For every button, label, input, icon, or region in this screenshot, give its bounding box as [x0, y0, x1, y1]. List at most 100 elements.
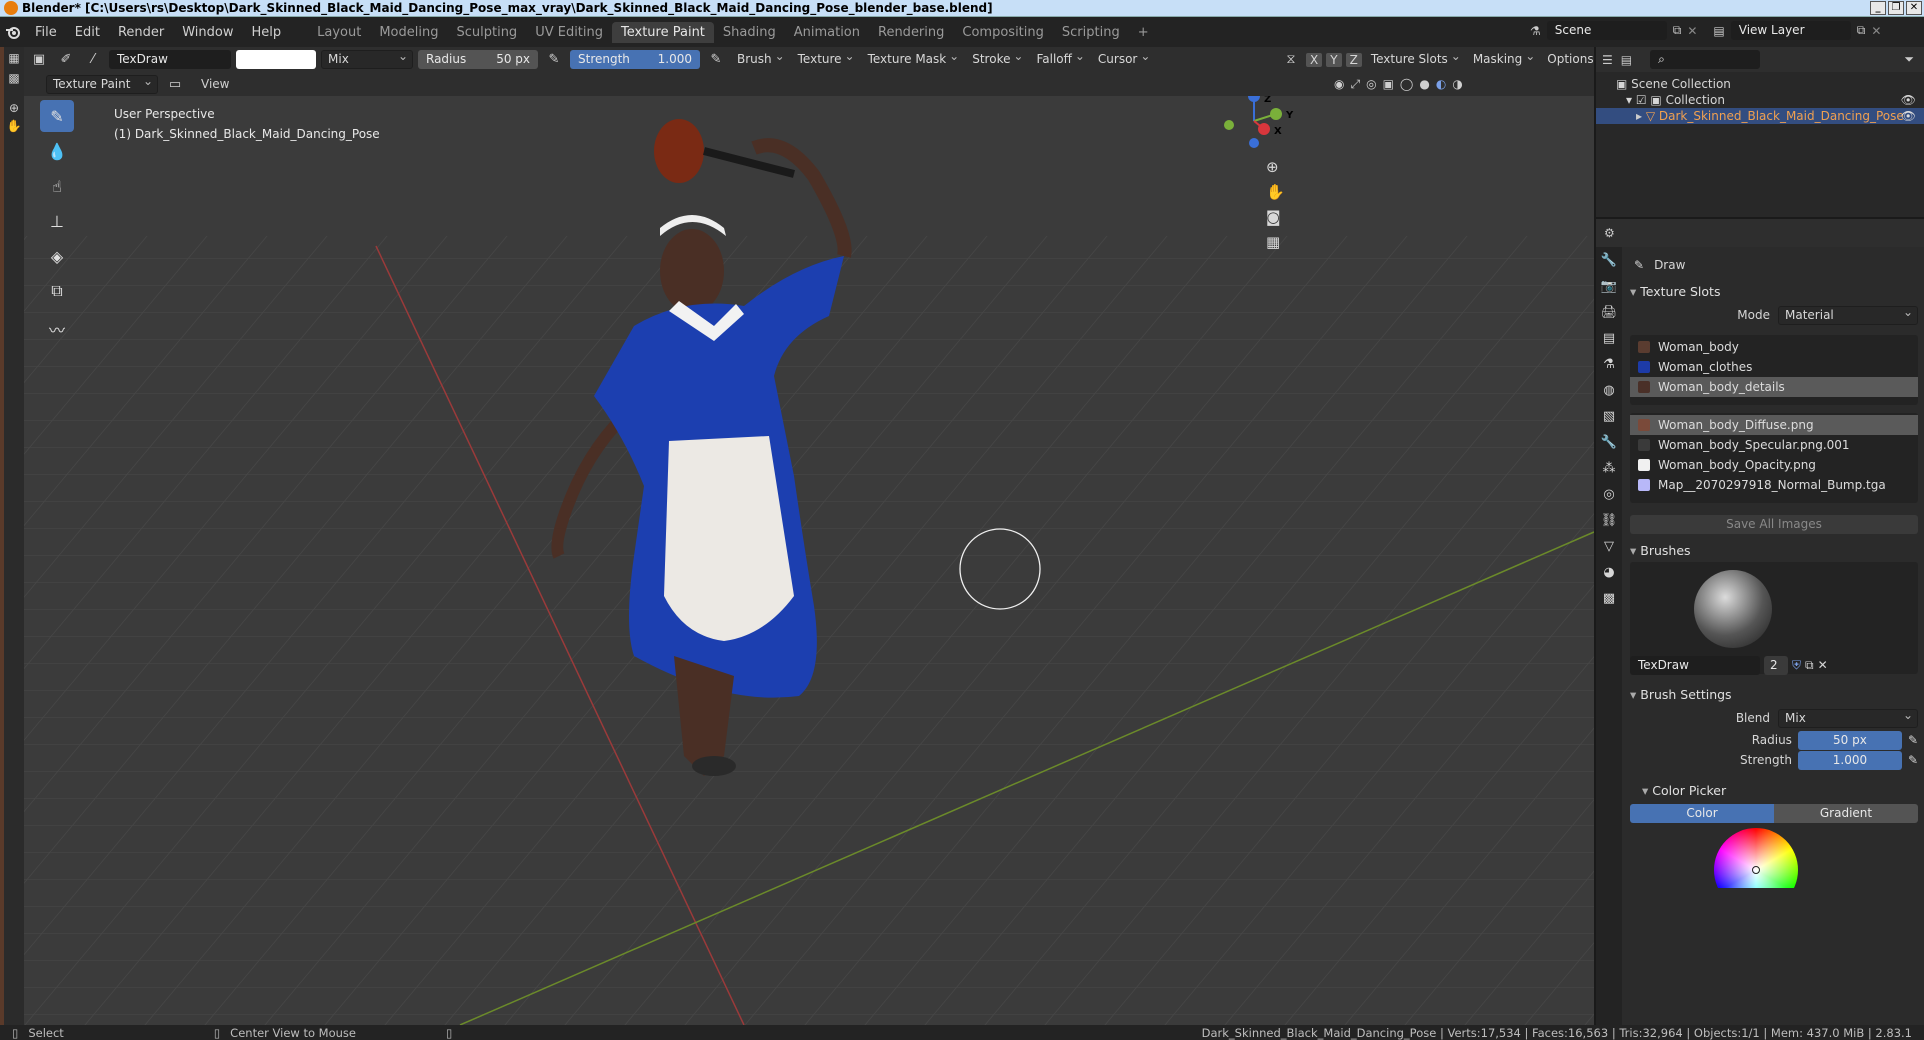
minimize-button[interactable]: _: [1870, 1, 1886, 15]
axis-z-toggle[interactable]: Z: [1345, 52, 1362, 67]
blend-dropdown[interactable]: Mix: [1778, 707, 1918, 728]
view-layer-icon[interactable]: ▤: [1713, 24, 1724, 38]
tab-layout[interactable]: Layout: [308, 22, 370, 43]
blend-mode-dropdown[interactable]: Mix: [321, 48, 413, 69]
grid-view-icon[interactable]: ▦: [1266, 233, 1285, 251]
material-slot-row[interactable]: Woman_body_details: [1630, 377, 1918, 397]
menu-help[interactable]: Help: [243, 25, 291, 40]
camera-icon[interactable]: ◙: [1266, 208, 1285, 226]
outliner-scene-collection[interactable]: ▣ Scene Collection: [1616, 76, 1924, 92]
tab-rendering[interactable]: Rendering: [869, 22, 953, 43]
object-tab-icon[interactable]: ▧: [1596, 403, 1622, 429]
brush-menu[interactable]: Brush: [732, 47, 788, 69]
slots-icon[interactable]: ▭: [164, 75, 186, 94]
outliner-search-input[interactable]: ⌕: [1650, 50, 1761, 69]
falloff-menu[interactable]: Falloff: [1031, 47, 1087, 69]
smear-tool-icon[interactable]: ☝: [40, 170, 74, 202]
soften-tool-icon[interactable]: 💧: [40, 135, 74, 167]
axis-y-toggle[interactable]: Y: [1326, 52, 1342, 67]
outliner-collection[interactable]: ▾ ☑ ▣ Collection 👁: [1616, 92, 1924, 108]
material-slot-row[interactable]: Woman_clothes: [1630, 357, 1918, 377]
pan-hand-icon[interactable]: ✋: [1266, 183, 1285, 201]
strength-field[interactable]: Strength 1.000: [570, 50, 700, 69]
data-tab-icon[interactable]: ▽: [1596, 533, 1622, 559]
material-tab-icon[interactable]: ◕: [1596, 559, 1622, 585]
display-mode-icon[interactable]: ▤: [1621, 53, 1632, 67]
editor-type-icon[interactable]: ▣: [28, 50, 50, 69]
3d-viewport[interactable]: Z Y X ⊕ ✋ ◙ ▦: [24, 96, 1594, 1025]
unlink-brush-icon[interactable]: ✕: [1818, 658, 1828, 672]
texture-tab-icon[interactable]: ▩: [1596, 585, 1622, 611]
tab-sculpting[interactable]: Sculpting: [447, 22, 526, 43]
draw-tool-icon[interactable]: ✎: [40, 100, 74, 132]
image-slot-row[interactable]: Map__2070297918_Normal_Bump.tga: [1630, 475, 1918, 495]
mode-dropdown[interactable]: Texture Paint: [46, 73, 158, 94]
save-all-images-button[interactable]: Save All Images: [1630, 515, 1918, 534]
world-tab-icon[interactable]: ◍: [1596, 377, 1622, 403]
material-slot-row[interactable]: Woman_body: [1630, 337, 1918, 357]
symmetry-icon[interactable]: ⧖: [1280, 50, 1302, 69]
brush-preview[interactable]: TexDraw 2 ⛨ ⧉ ✕: [1630, 562, 1918, 675]
mode-dropdown[interactable]: Material: [1778, 304, 1918, 325]
outliner-editor-icon[interactable]: ☰: [1602, 53, 1613, 67]
image-slot-row[interactable]: Woman_body_Specular.png.001: [1630, 435, 1918, 455]
navigation-gizmo[interactable]: [1224, 96, 1282, 148]
brush-name-field[interactable]: TexDraw: [109, 50, 231, 69]
texture-menu[interactable]: Texture: [793, 47, 858, 69]
add-workspace-button[interactable]: +: [1129, 22, 1158, 43]
gizmo-icon[interactable]: ⤢: [1350, 77, 1360, 92]
brush-users-count[interactable]: 2: [1764, 655, 1788, 675]
texture-mask-menu[interactable]: Texture Mask: [863, 47, 963, 69]
radius-slider[interactable]: 50 px: [1797, 730, 1902, 750]
zoom-icon[interactable]: ⊕: [4, 101, 24, 115]
outliner-object-row[interactable]: ▸ ▽ Dark_Skinned_Black_Maid_Dancing_Pose…: [1596, 108, 1924, 124]
eye-icon[interactable]: 👁: [1901, 108, 1916, 124]
tool-icon[interactable]: ✐: [55, 50, 77, 69]
axis-x-toggle[interactable]: X: [1306, 52, 1323, 67]
texture-slots-menu[interactable]: Texture Slots: [1366, 47, 1464, 69]
blender-menu-icon[interactable]: [0, 20, 26, 44]
tab-color[interactable]: Color: [1630, 804, 1774, 823]
scene-selector[interactable]: Scene: [1546, 21, 1667, 40]
menu-window[interactable]: Window: [173, 25, 242, 40]
brush-color-swatch[interactable]: [236, 50, 316, 69]
material-shading-icon[interactable]: ◐: [1436, 77, 1446, 92]
wireframe-shading-icon[interactable]: ◯: [1400, 77, 1413, 92]
particles-tab-icon[interactable]: ⁂: [1596, 455, 1622, 481]
expand-icon[interactable]: ▾ ☑: [1626, 93, 1650, 107]
cursor-menu[interactable]: Cursor: [1093, 47, 1153, 69]
editor-type-icon[interactable]: ▦: [4, 51, 24, 65]
tab-animation[interactable]: Animation: [785, 22, 869, 43]
stroke-menu[interactable]: Stroke: [967, 47, 1026, 69]
visibility-icon[interactable]: ◉: [1334, 77, 1344, 92]
brush-settings-panel-title[interactable]: Brush Settings: [1630, 684, 1918, 706]
view-menu[interactable]: View: [192, 77, 238, 91]
color-picker-panel-title[interactable]: Color Picker: [1630, 780, 1918, 802]
close-button[interactable]: ✕: [1906, 1, 1922, 15]
tab-uv-editing[interactable]: UV Editing: [526, 22, 612, 43]
delete-view-layer-icon[interactable]: ✕: [1871, 24, 1881, 38]
maximize-button[interactable]: ❐: [1888, 1, 1904, 15]
physics-tab-icon[interactable]: ◎: [1596, 481, 1622, 507]
scene-tab-icon[interactable]: ⚗: [1596, 351, 1622, 377]
new-view-layer-icon[interactable]: ⧉: [1857, 23, 1866, 38]
brush-icon[interactable]: ⁄: [82, 50, 104, 69]
radius-pressure-icon[interactable]: ✎: [1908, 733, 1918, 747]
radius-pressure-icon[interactable]: ✎: [543, 50, 565, 69]
properties-editor-icon[interactable]: ⚙: [1604, 226, 1615, 240]
view-layer-tab-icon[interactable]: ▤: [1596, 325, 1622, 351]
fill-tool-icon[interactable]: ◈: [40, 240, 74, 272]
filter-icon[interactable]: ⏷: [1904, 52, 1914, 67]
eye-icon[interactable]: 👁: [1901, 92, 1916, 108]
strength-slider[interactable]: 1.000: [1797, 750, 1902, 770]
annotate-tool-icon[interactable]: 〰: [40, 313, 74, 345]
new-scene-icon[interactable]: ⧉: [1673, 23, 1682, 38]
radius-field[interactable]: Radius 50 px: [418, 50, 538, 69]
xray-icon[interactable]: ▣: [1383, 77, 1394, 92]
tab-texture-paint[interactable]: Texture Paint: [612, 21, 714, 43]
texture-slots-panel-title[interactable]: Texture Slots: [1630, 281, 1918, 303]
strength-pressure-icon[interactable]: ✎: [705, 50, 727, 69]
hand-icon[interactable]: ✋: [4, 119, 24, 133]
solid-shading-icon[interactable]: ●: [1419, 77, 1429, 92]
image-slot-row[interactable]: Woman_body_Diffuse.png: [1630, 415, 1918, 435]
